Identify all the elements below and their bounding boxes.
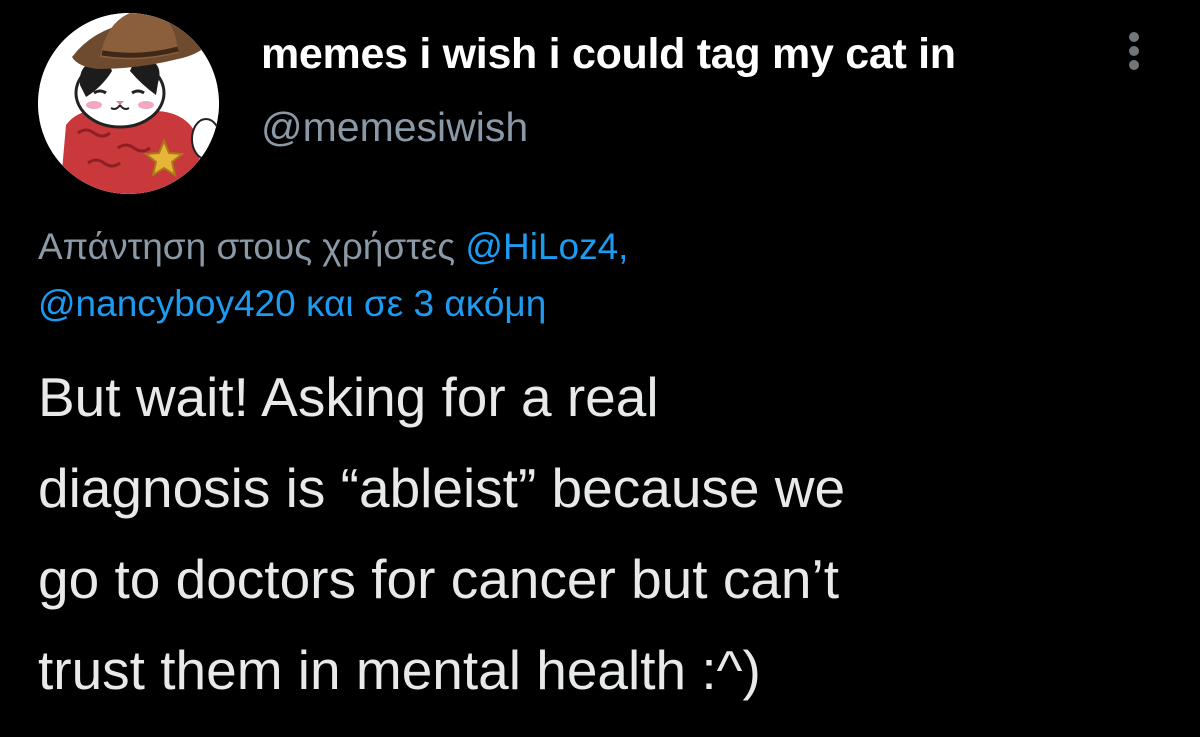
avatar[interactable] [38,13,219,194]
user-handle[interactable]: @memesiwish [261,104,528,151]
tweet-text: But wait! Asking for a real diagnosis is… [38,366,846,701]
more-vertical-icon-dot [1129,60,1139,70]
reply-context: Απάντηση στους χρήστες @HiLoz4, @nancyboy… [38,218,1158,332]
more-options-button[interactable] [1112,28,1156,74]
reply-context-prefix: Απάντηση στους χρήστες [38,226,466,267]
mention-separator: , [618,226,629,267]
more-vertical-icon [1129,32,1139,42]
display-name[interactable]: memes i wish i could tag my cat in [261,30,956,79]
mention-link[interactable]: @nancyboy420 [38,283,296,324]
tweet: memes i wish i could tag my cat in @meme… [0,0,1200,737]
cowboy-cat-avatar-icon [38,13,219,194]
more-vertical-icon-dot [1129,46,1139,56]
more-mentions-link[interactable]: και σε 3 ακόμη [296,283,546,324]
mention-link[interactable]: @HiLoz4 [465,226,618,267]
